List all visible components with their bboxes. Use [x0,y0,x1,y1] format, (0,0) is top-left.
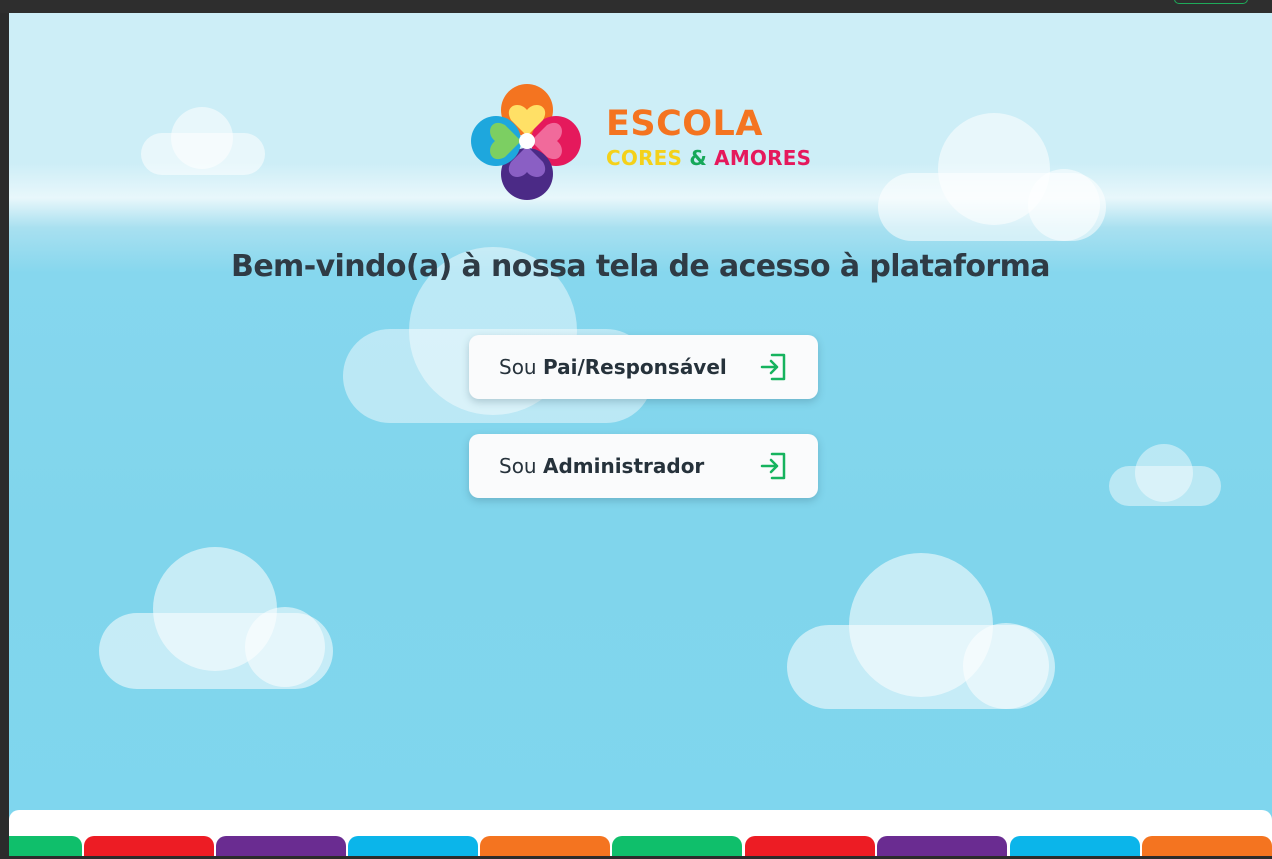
cloud [1109,444,1221,506]
cloud [878,113,1106,241]
heart-flower-icon [471,84,581,200]
login-icon [760,452,786,480]
color-tabs [9,836,1272,856]
color-tab [9,836,82,856]
color-tab [877,836,1007,856]
cloud [787,553,1055,709]
parent-login-label: Sou Pai/Responsável [499,355,727,379]
color-tab [745,836,875,856]
color-tab [216,836,346,856]
color-tab [348,836,478,856]
cloud [99,547,333,689]
top-bar [0,0,1272,13]
welcome-heading: Bem-vindo(a) à nossa tela de acesso à pl… [231,249,1050,284]
color-tab [612,836,742,856]
parent-login-button[interactable]: Sou Pai/Responsável [469,335,818,399]
color-tab [480,836,610,856]
login-page: ESCOLA CORES & AMORES Bem-vindo(a) à nos… [9,13,1272,856]
top-bar-button[interactable] [1174,0,1248,4]
logo-subtitle: CORES & AMORES [606,146,812,170]
cloud [141,107,265,177]
admin-login-button[interactable]: Sou Administrador [469,434,818,498]
school-logo: ESCOLA CORES & AMORES [469,80,829,205]
color-tab [84,836,214,856]
logo-title: ESCOLA [606,104,763,144]
color-tab [1010,836,1140,856]
color-tab [1142,836,1272,856]
login-icon [760,353,786,381]
admin-login-label: Sou Administrador [499,454,705,478]
